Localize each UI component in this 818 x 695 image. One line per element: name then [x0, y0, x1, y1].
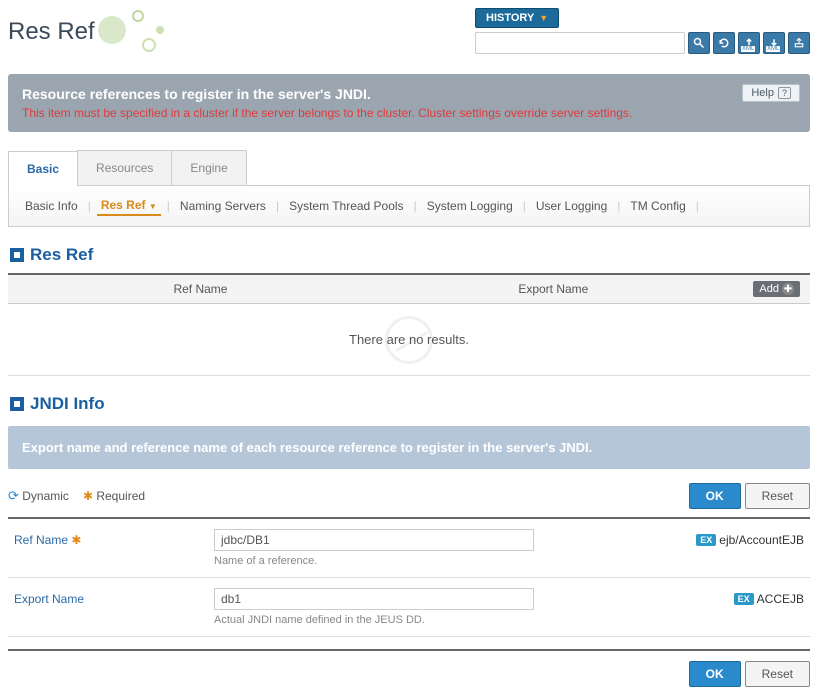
form-row-ref-name: Ref Name ✱ Name of a reference. EX ejb/A… [8, 519, 810, 578]
no-results-row: There are no results. [8, 304, 810, 376]
example-badge-icon: EX [734, 593, 754, 605]
search-input[interactable] [475, 32, 685, 54]
chevron-down-icon: ▼ [539, 13, 548, 23]
jndi-info-banner: Export name and reference name of each r… [8, 426, 810, 469]
subnav-basic-info[interactable]: Basic Info [21, 197, 82, 215]
export-name-label: Export Name [14, 588, 204, 606]
section-icon [10, 397, 24, 411]
subnav-user-logging[interactable]: User Logging [532, 197, 611, 215]
reset-button-bottom[interactable]: Reset [745, 661, 810, 687]
description-banner: Resource references to register in the s… [8, 74, 810, 132]
ok-button[interactable]: OK [689, 483, 741, 509]
banner-note: This item must be specified in a cluster… [22, 106, 796, 120]
ref-name-example: EX ejb/AccountEJB [674, 529, 804, 547]
export-name-example-text: ACCEJB [757, 592, 804, 606]
add-label: Add [759, 283, 779, 295]
refresh-icon[interactable] [713, 32, 735, 54]
help-icon: ? [778, 87, 791, 99]
legend-required: ✱ Required [83, 489, 145, 503]
legend-dynamic-label: Dynamic [22, 489, 69, 503]
resref-table: Ref Name Export Name Add ✚ [8, 273, 810, 304]
section-title-resref: Res Ref [30, 245, 93, 265]
col-export-name: Export Name [393, 274, 714, 304]
help-label: Help [751, 87, 774, 99]
tab-engine[interactable]: Engine [171, 150, 246, 185]
reset-button[interactable]: Reset [745, 483, 810, 509]
col-ref-name: Ref Name [8, 274, 393, 304]
xml-download-icon[interactable]: XML [763, 32, 785, 54]
export-icon[interactable] [788, 32, 810, 54]
banner-title: Resource references to register in the s… [22, 86, 796, 102]
chevron-down-icon: ▼ [149, 202, 157, 211]
required-icon: ✱ [83, 489, 93, 503]
sub-nav: Basic Info| Res Ref ▼| Naming Servers| S… [8, 186, 810, 227]
subnav-res-ref[interactable]: Res Ref ▼ [97, 196, 161, 216]
search-icon[interactable] [688, 32, 710, 54]
tab-resources[interactable]: Resources [77, 150, 172, 185]
ok-button-bottom[interactable]: OK [689, 661, 741, 687]
subnav-tm-config[interactable]: TM Config [626, 197, 689, 215]
section-icon [10, 248, 24, 262]
example-badge-icon: EX [696, 534, 716, 546]
subnav-system-thread-pools[interactable]: System Thread Pools [285, 197, 408, 215]
ref-name-example-text: ejb/AccountEJB [719, 533, 804, 547]
legend-dynamic: ⟳ Dynamic [8, 488, 69, 504]
dynamic-icon: ⟳ [8, 488, 19, 503]
subnav-system-logging[interactable]: System Logging [423, 197, 517, 215]
help-button[interactable]: Help ? [742, 84, 800, 102]
page-title: Res Ref [8, 18, 95, 46]
main-tabs: Basic Resources Engine [8, 150, 810, 186]
no-results-text: There are no results. [349, 332, 469, 347]
add-button[interactable]: Add ✚ [753, 281, 800, 297]
required-icon: ✱ [71, 533, 81, 547]
section-title-jndi: JNDI Info [30, 394, 105, 414]
ref-name-label: Ref Name ✱ [14, 529, 204, 547]
tab-basic[interactable]: Basic [8, 151, 78, 186]
subnav-res-ref-label: Res Ref [101, 198, 146, 212]
plus-icon: ✚ [782, 283, 794, 295]
ref-name-hint: Name of a reference. [214, 555, 664, 567]
export-name-input[interactable] [214, 588, 534, 610]
history-button[interactable]: HISTORY ▼ [475, 8, 559, 28]
ref-name-input[interactable] [214, 529, 534, 551]
form-row-export-name: Export Name Actual JNDI name defined in … [8, 578, 810, 637]
ref-name-label-text: Ref Name [14, 533, 68, 547]
decorative-bubbles [98, 8, 198, 58]
history-label: HISTORY [486, 12, 534, 24]
subnav-naming-servers[interactable]: Naming Servers [176, 197, 270, 215]
export-name-hint: Actual JNDI name defined in the JEUS DD. [214, 614, 664, 626]
export-name-example: EX ACCEJB [674, 588, 804, 606]
legend-required-label: Required [96, 489, 145, 503]
xml-upload-icon[interactable]: XML [738, 32, 760, 54]
